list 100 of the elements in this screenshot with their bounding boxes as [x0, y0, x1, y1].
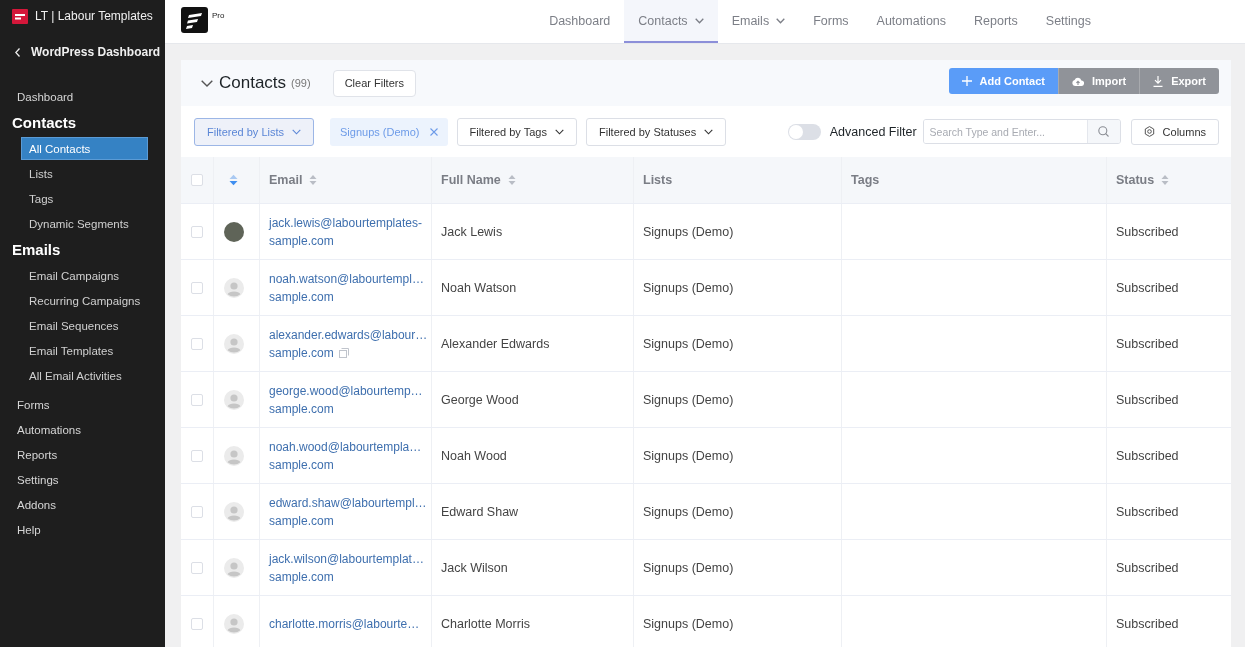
gear-icon — [1143, 126, 1155, 137]
table-cell: Signups (Demo) — [643, 392, 734, 407]
download-icon — [1153, 75, 1164, 87]
sidebar-subitem[interactable]: All Contacts — [21, 137, 148, 160]
table-cell: Signups (Demo) — [643, 560, 734, 575]
table-cell: Subscribed — [1116, 224, 1179, 239]
site-logo-icon — [12, 8, 28, 24]
sidebar-subitem[interactable]: Email Templates — [0, 338, 165, 363]
back-link[interactable]: WordPress Dashboard — [0, 40, 165, 64]
table-cell: Subscribed — [1116, 560, 1179, 575]
column-header[interactable]: Email — [260, 157, 432, 203]
email-link[interactable]: jack.lewis@labourtemplates- sample.com — [269, 213, 422, 250]
table-cell: Alexander Edwards — [441, 336, 550, 351]
table-cell: Subscribed — [1116, 392, 1179, 407]
app-logo-icon[interactable] — [181, 7, 208, 33]
sidebar-subitem[interactable]: Tags — [0, 186, 165, 211]
sort-icon[interactable] — [229, 174, 238, 186]
checkbox[interactable] — [191, 174, 203, 186]
import-button[interactable]: Import — [1057, 68, 1140, 94]
sidebar-item[interactable]: Forms — [0, 392, 165, 417]
email-link[interactable]: charlotte.morris@labourte… — [269, 614, 420, 633]
nav-tab[interactable]: Emails — [717, 0, 800, 43]
checkbox[interactable] — [191, 561, 203, 574]
table-cell: Jack Lewis — [441, 224, 503, 239]
search-field[interactable]: Search Type and Enter... — [922, 119, 1121, 144]
email-link[interactable]: noah.wood@labourtempla… sample.com — [269, 437, 422, 474]
sidebar-subitem[interactable]: Email Sequences — [0, 313, 165, 338]
nav-tab[interactable]: Automations — [862, 0, 961, 43]
sidebar-item[interactable]: Help — [0, 517, 165, 542]
chevron-down-icon — [554, 128, 564, 135]
column-header[interactable]: Full Name — [432, 157, 634, 203]
filter-dropdown[interactable]: Filtered by Tags — [456, 117, 577, 146]
close-icon[interactable] — [429, 127, 438, 136]
nav-tab[interactable]: Settings — [1031, 0, 1105, 43]
table-cell: Signups (Demo) — [643, 448, 734, 463]
cloud-upload-icon — [1071, 76, 1084, 86]
email-link[interactable]: edward.shaw@labourtempl… sample.com — [269, 493, 427, 530]
nav-tab[interactable]: Reports — [960, 0, 1032, 43]
table-cell: Subscribed — [1116, 504, 1179, 519]
table-cell: Edward Shaw — [441, 504, 519, 519]
chevron-down-icon[interactable] — [201, 79, 213, 87]
table-cell: Signups (Demo) — [643, 336, 734, 351]
checkbox[interactable] — [191, 337, 203, 350]
sort-icon[interactable] — [309, 174, 318, 186]
sidebar-item[interactable]: Reports — [0, 442, 165, 467]
sort-icon[interactable] — [507, 174, 516, 186]
email-link[interactable]: alexander.edwards@labour… sample.com — [269, 325, 428, 362]
checkbox[interactable] — [191, 225, 203, 238]
clear-filters-button[interactable]: Clear Filters — [332, 69, 416, 97]
sidebar-subitem[interactable]: Dynamic Segments — [0, 211, 165, 236]
checkbox[interactable] — [191, 281, 203, 294]
add-contact-button[interactable]: Add Contact — [948, 68, 1058, 94]
site-title: LT | Labour Templates — [35, 9, 153, 23]
checkbox[interactable] — [191, 449, 203, 462]
email-link[interactable]: george.wood@labourtemp… sample.com — [269, 381, 423, 418]
panel-title: Contacts — [219, 73, 287, 93]
table-cell: Signups (Demo) — [643, 504, 734, 519]
columns-button[interactable]: Columns — [1130, 118, 1219, 145]
sidebar-item[interactable]: Automations — [0, 417, 165, 442]
table-cell: Jack Wilson — [441, 560, 508, 575]
table-cell: Subscribed — [1116, 616, 1179, 631]
sidebar-subitem[interactable]: Recurring Campaigns — [0, 288, 165, 313]
nav-tab[interactable]: Forms — [799, 0, 863, 43]
table-cell: George Wood — [441, 392, 519, 407]
email-link[interactable]: jack.wilson@labourtemplat… sample.com — [269, 549, 424, 586]
column-header: Tags — [842, 157, 1107, 203]
plan-label: Pro — [212, 11, 225, 20]
sidebar-subitem[interactable]: Email Campaigns — [0, 263, 165, 288]
filter-dropdown[interactable]: Filtered by Statuses — [585, 117, 727, 146]
sidebar-item[interactable]: Dashboard — [0, 84, 165, 109]
copy-icon[interactable] — [338, 347, 349, 358]
column-header[interactable]: Status — [1107, 157, 1231, 203]
sidebar-item[interactable]: Emails — [0, 236, 165, 263]
table-cell: Signups (Demo) — [643, 616, 734, 631]
sidebar-item[interactable]: Settings — [0, 467, 165, 492]
sort-icon[interactable] — [1161, 174, 1170, 186]
export-button[interactable]: Export — [1139, 68, 1219, 94]
sidebar-item[interactable]: Addons — [0, 492, 165, 517]
plus-icon — [961, 76, 972, 86]
sidebar-subitem[interactable]: All Email Activities — [0, 363, 165, 388]
email-link[interactable]: noah.watson@labourtempl… sample.com — [269, 269, 424, 306]
filter-dropdown[interactable]: Filtered by Lists — [194, 117, 315, 146]
sidebar-subitem[interactable]: Lists — [0, 161, 165, 186]
table-cell: Subscribed — [1116, 280, 1179, 295]
checkbox[interactable] — [191, 393, 203, 406]
checkbox[interactable] — [191, 617, 203, 630]
chevron-down-icon — [776, 17, 786, 24]
sidebar-item[interactable]: Contacts — [0, 109, 165, 136]
table-cell: Noah Watson — [441, 280, 517, 295]
toggle-switch[interactable] — [787, 123, 821, 140]
nav-tab[interactable]: Dashboard — [535, 0, 625, 43]
checkbox[interactable] — [191, 505, 203, 518]
toggle-label: Advanced Filter — [829, 124, 917, 139]
table-cell: Signups (Demo) — [643, 280, 734, 295]
search-icon — [1098, 126, 1110, 137]
table-cell: Signups (Demo) — [643, 224, 734, 239]
nav-tab[interactable]: Contacts — [624, 0, 718, 43]
chevron-down-icon — [694, 17, 704, 24]
search-button[interactable] — [1086, 120, 1120, 143]
table-cell: Charlotte Morris — [441, 616, 530, 631]
